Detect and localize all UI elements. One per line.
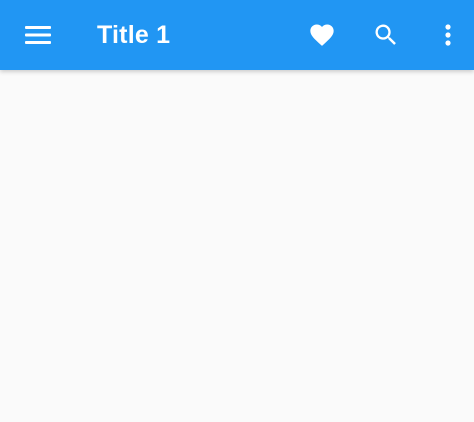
more-vert-icon <box>445 24 451 46</box>
favorite-icon <box>310 24 334 46</box>
more-options-button[interactable] <box>422 0 474 70</box>
menu-icon <box>25 26 51 44</box>
menu-button[interactable] <box>10 0 66 70</box>
search-icon <box>375 24 396 45</box>
app-bar: Title 1 <box>0 0 474 70</box>
page-title: Title 1 <box>97 21 171 49</box>
app-screen: Title 1 <box>0 0 474 422</box>
favorite-button[interactable] <box>294 0 350 70</box>
content-area <box>0 70 474 422</box>
search-button[interactable] <box>358 0 414 70</box>
